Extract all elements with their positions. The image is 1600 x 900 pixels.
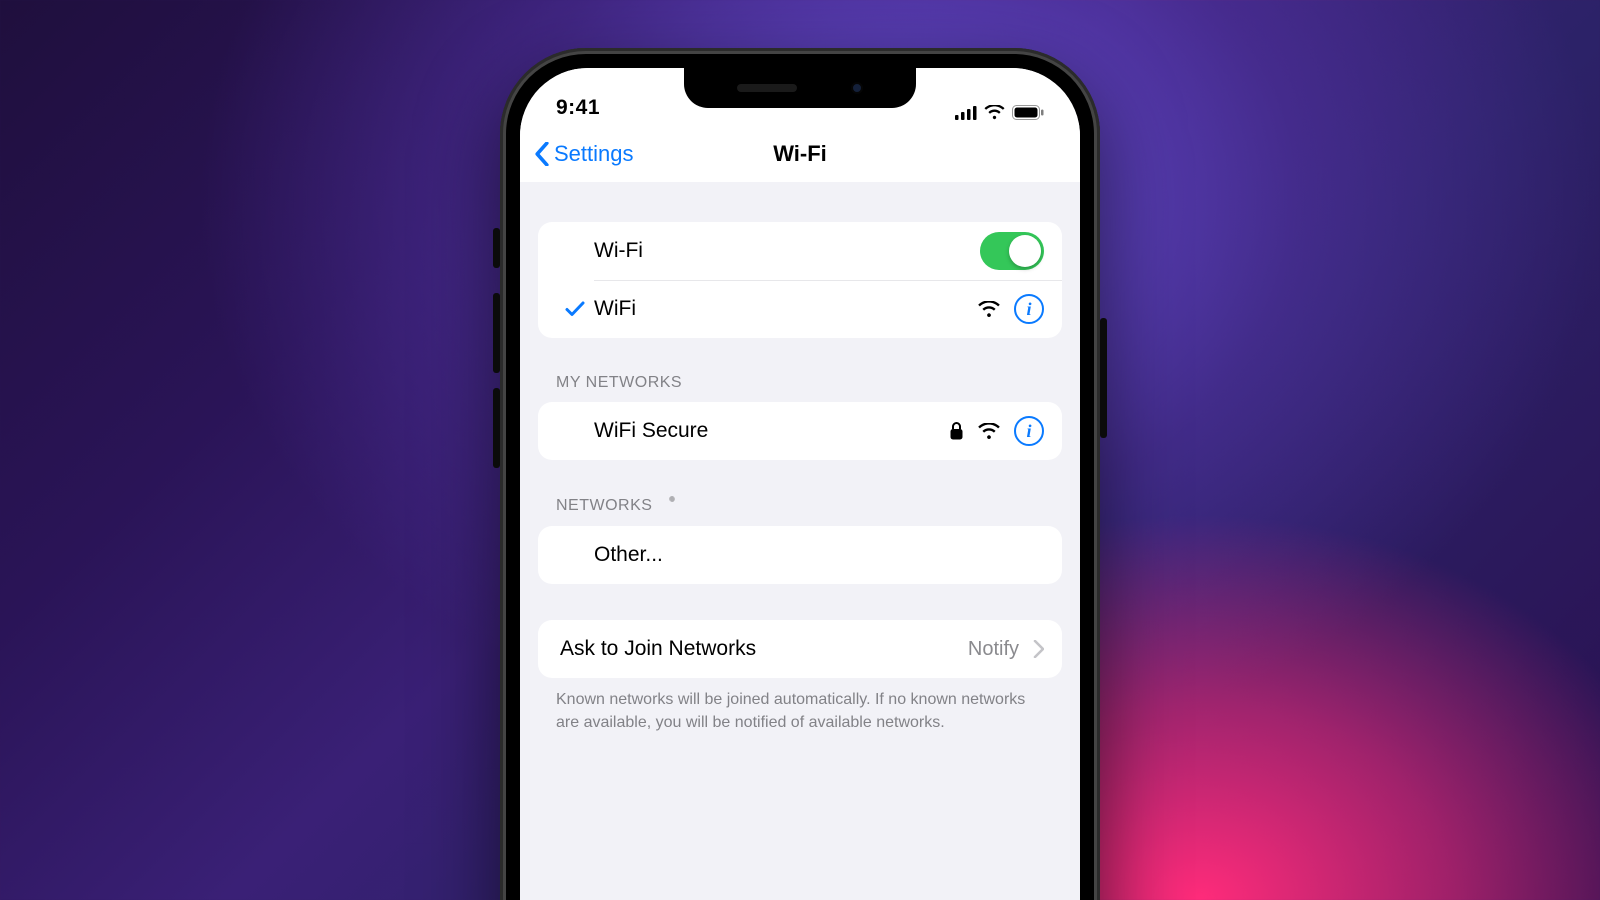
- lock-icon: [949, 421, 964, 441]
- info-button[interactable]: i: [1014, 294, 1044, 324]
- ask-join-footer: Known networks will be joined automatica…: [538, 678, 1062, 734]
- front-camera: [851, 82, 863, 94]
- connected-network-row[interactable]: WiFi i: [538, 280, 1062, 338]
- connected-network-name: WiFi: [594, 297, 636, 321]
- known-network-row[interactable]: WiFi Secure i: [538, 402, 1062, 460]
- ask-join-label: Ask to Join Networks: [560, 637, 756, 661]
- side-button: [1100, 318, 1107, 438]
- wifi-toggle-label: Wi-Fi: [594, 239, 643, 263]
- notch: [684, 68, 916, 108]
- my-networks-header: MY NETWORKS: [538, 374, 1062, 402]
- volume-up-button: [493, 293, 500, 373]
- back-button[interactable]: Settings: [534, 126, 634, 182]
- speaker-grille: [737, 84, 797, 92]
- ask-join-card: Ask to Join Networks Notify: [538, 620, 1062, 678]
- status-time: 9:41: [556, 96, 600, 120]
- back-label: Settings: [554, 141, 634, 167]
- page-title: Wi-Fi: [773, 141, 827, 167]
- networks-header: NETWORKS: [538, 496, 1062, 526]
- wifi-toggle[interactable]: [980, 232, 1044, 270]
- checkmark-icon: [563, 297, 587, 321]
- info-button[interactable]: i: [1014, 416, 1044, 446]
- silence-switch: [493, 228, 500, 268]
- navigation-bar: Settings Wi-Fi: [520, 126, 1080, 182]
- wifi-status-icon: [984, 105, 1005, 120]
- screen: 9:41 Settings Wi-Fi Wi-Fi: [520, 68, 1080, 900]
- wifi-signal-icon: [978, 301, 1000, 318]
- known-network-name: WiFi Secure: [594, 419, 708, 443]
- other-network-label: Other...: [594, 543, 663, 567]
- phone-frame: 9:41 Settings Wi-Fi Wi-Fi: [500, 48, 1100, 900]
- ask-join-row[interactable]: Ask to Join Networks Notify: [538, 620, 1062, 678]
- spinner-icon: [662, 496, 682, 516]
- status-icons: [955, 105, 1044, 120]
- other-network-row[interactable]: Other...: [538, 526, 1062, 584]
- wifi-signal-icon: [978, 423, 1000, 440]
- my-networks-card: WiFi Secure i: [538, 402, 1062, 460]
- content-scroll[interactable]: Wi-Fi WiFi i: [520, 182, 1080, 900]
- cellular-icon: [955, 106, 977, 120]
- chevron-left-icon: [534, 142, 550, 166]
- battery-icon: [1012, 105, 1044, 120]
- ask-join-value: Notify: [968, 638, 1019, 661]
- chevron-right-icon: [1033, 640, 1044, 658]
- networks-header-label: NETWORKS: [556, 497, 652, 515]
- networks-card: Other...: [538, 526, 1062, 584]
- wifi-card: Wi-Fi WiFi i: [538, 222, 1062, 338]
- volume-down-button: [493, 388, 500, 468]
- wifi-toggle-row[interactable]: Wi-Fi: [538, 222, 1062, 280]
